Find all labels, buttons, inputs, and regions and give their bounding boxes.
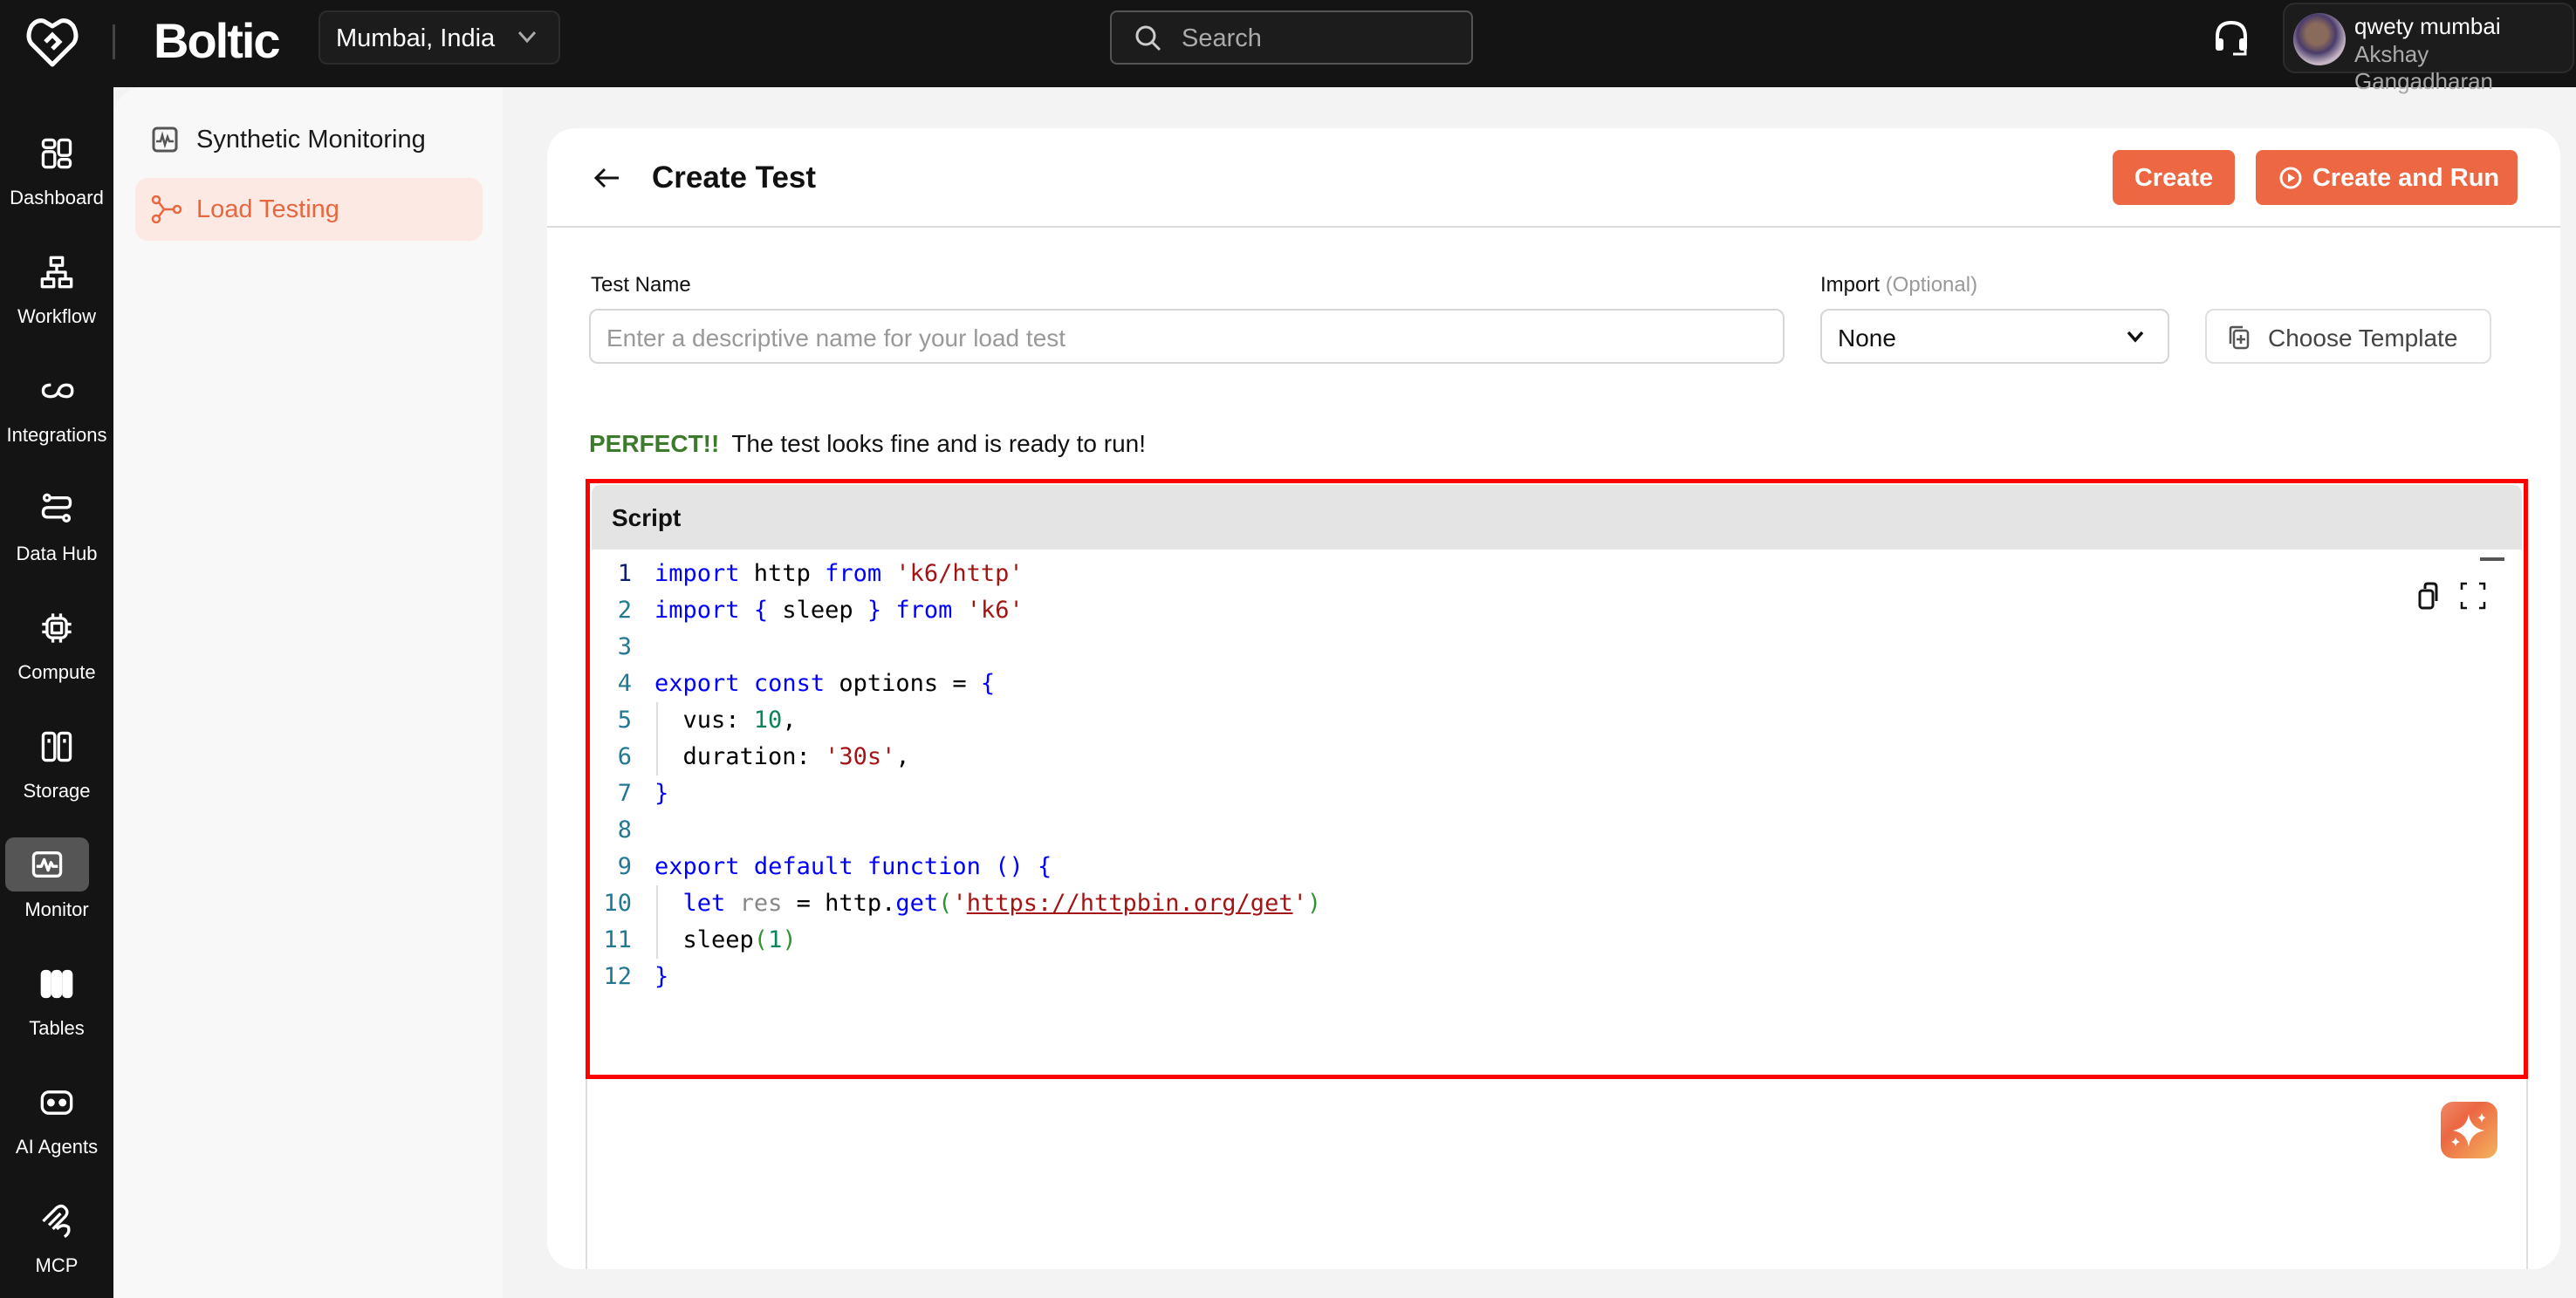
- test-name-label: Test Name: [591, 273, 691, 297]
- storage-icon: [31, 724, 83, 769]
- search-placeholder: Search: [1182, 24, 1262, 52]
- app-nav-rail: Dashboard Workflow Integrations Data Hub Com…: [0, 87, 113, 1298]
- dashboard-icon: [31, 131, 83, 176]
- nav-item-label: AI Agents: [0, 1136, 122, 1158]
- choose-template-button[interactable]: Choose Template: [2205, 309, 2491, 364]
- create-and-run-button[interactable]: Create and Run: [2256, 150, 2518, 205]
- tables-icon: [31, 961, 83, 1007]
- nav-item-compute[interactable]: Compute: [0, 597, 113, 701]
- nav-item-label: Dashboard: [0, 187, 122, 209]
- import-label: Import (Optional): [1820, 273, 1977, 297]
- nav-item-label: Storage: [0, 780, 122, 803]
- status-badge: PERFECT!!: [589, 430, 719, 457]
- avatar: [2293, 13, 2346, 65]
- integrations-icon: [31, 368, 83, 413]
- header-divider: [547, 226, 2560, 228]
- user-org: qwety mumbai: [2354, 13, 2501, 40]
- search-input[interactable]: Search: [1110, 10, 1473, 65]
- submenu-item-synthetic-monitoring[interactable]: Synthetic Monitoring: [135, 108, 483, 171]
- import-label-text: Import: [1820, 273, 1880, 297]
- monitor-icon: [5, 837, 89, 892]
- mcp-icon: [31, 1199, 83, 1244]
- create-label: Create: [2134, 164, 2213, 192]
- nav-item-tables[interactable]: Tables: [0, 953, 113, 1057]
- nav-item-integrations[interactable]: Integrations: [0, 359, 113, 464]
- template-copy-icon: [2226, 324, 2252, 351]
- sparkle-icon: [2441, 1102, 2497, 1158]
- nav-item-data-hub[interactable]: Data Hub: [0, 478, 113, 583]
- ai-assist-button[interactable]: [2441, 1102, 2497, 1158]
- ai-agents-icon: [31, 1080, 83, 1125]
- submenu-item-load-testing[interactable]: Load Testing: [135, 178, 483, 241]
- divider: [113, 24, 115, 59]
- status-message: The test looks fine and is ready to run!: [731, 430, 1146, 457]
- headset-support-icon[interactable]: [2212, 19, 2251, 58]
- nav-item-monitor[interactable]: Monitor: [0, 834, 113, 939]
- nav-item-label: Compute: [0, 661, 122, 684]
- nav-item-label: Monitor: [0, 898, 122, 921]
- test-name-input[interactable]: Enter a descriptive name for your load t…: [589, 309, 1785, 364]
- nav-item-storage[interactable]: Storage: [0, 715, 113, 820]
- boltic-logo-icon[interactable]: [24, 14, 80, 70]
- validation-status: PERFECT!! The test looks fine and is read…: [589, 430, 1146, 458]
- compute-icon: [31, 605, 83, 651]
- create-button[interactable]: Create: [2113, 150, 2235, 205]
- choose-template-label: Choose Template: [2268, 324, 2457, 352]
- pulse-monitor-icon: [151, 126, 179, 154]
- import-select[interactable]: None: [1820, 309, 2169, 364]
- nav-item-mcp[interactable]: MCP: [0, 1190, 113, 1295]
- region-label: Mumbai, India: [336, 24, 495, 52]
- monitor-submenu: Synthetic Monitoring Load Testing: [113, 87, 503, 1298]
- nav-item-workflow[interactable]: Workflow: [0, 241, 113, 345]
- nav-item-label: Workflow: [0, 305, 122, 328]
- chevron-down-icon: [515, 24, 539, 49]
- nav-item-label: Tables: [0, 1017, 122, 1040]
- page-title: Create Test: [652, 161, 816, 195]
- nav-item-label: MCP: [0, 1254, 122, 1277]
- workflow-icon: [31, 249, 83, 295]
- submenu-label: Load Testing: [196, 195, 339, 223]
- import-optional-text: (Optional): [1886, 273, 1977, 297]
- nav-item-label: Integrations: [0, 424, 122, 447]
- region-dropdown[interactable]: Mumbai, India: [319, 10, 560, 65]
- nav-item-dashboard[interactable]: Dashboard: [0, 122, 113, 227]
- highlight-box: [586, 479, 2528, 1079]
- nav-item-label: Data Hub: [0, 543, 122, 565]
- test-name-placeholder: Enter a descriptive name for your load t…: [606, 324, 1065, 352]
- submenu-label: Synthetic Monitoring: [196, 126, 426, 154]
- data-hub-icon: [31, 487, 83, 532]
- create-and-run-label: Create and Run: [2312, 164, 2499, 192]
- brand-name: Boltic: [154, 12, 279, 69]
- load-testing-icon: [151, 195, 182, 223]
- import-value: None: [1838, 324, 1896, 352]
- nav-item-ai-agents[interactable]: AI Agents: [0, 1071, 113, 1176]
- chevron-down-icon: [2126, 330, 2145, 344]
- user-name: Akshay Gangadharan: [2354, 41, 2573, 95]
- create-test-card: Create Test Create Create and Run Test N…: [547, 128, 2560, 1269]
- top-bar: Boltic Mumbai, India Search qwety mumbai…: [0, 0, 2576, 87]
- play-circle-icon: [2278, 166, 2303, 190]
- search-icon: [1134, 24, 1162, 52]
- user-menu[interactable]: qwety mumbai Akshay Gangadharan: [2283, 3, 2574, 73]
- back-arrow-icon[interactable]: [591, 165, 622, 191]
